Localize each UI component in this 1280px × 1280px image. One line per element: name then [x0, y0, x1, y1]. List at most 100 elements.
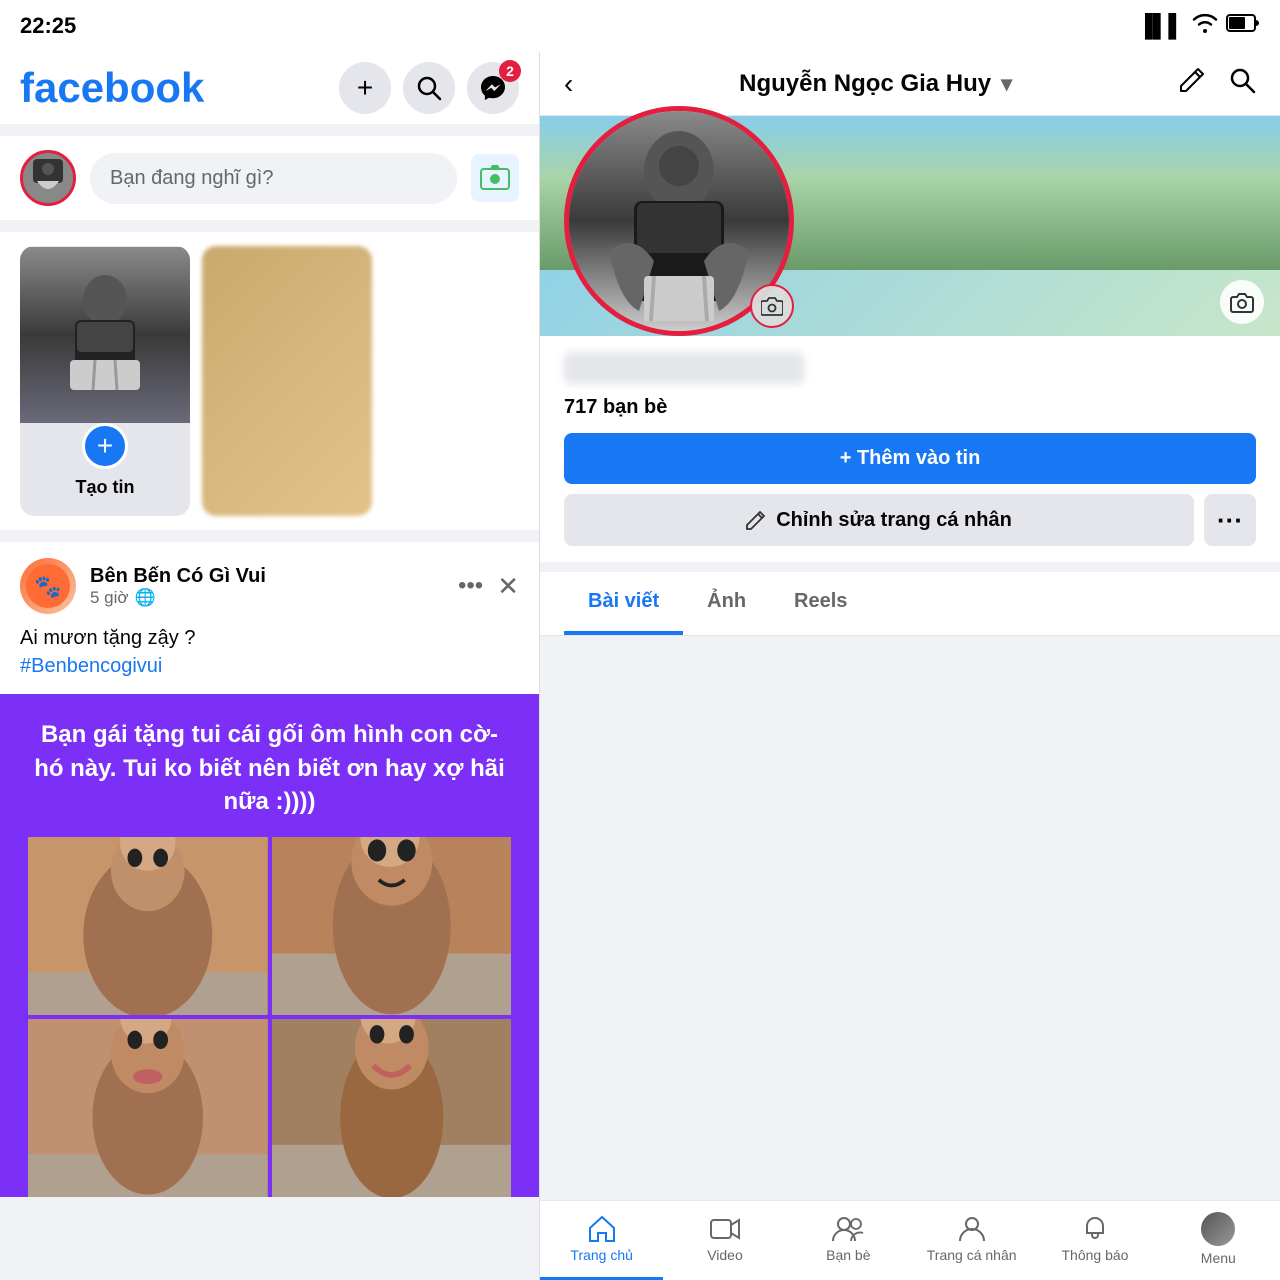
- nav-video[interactable]: Video: [663, 1201, 786, 1280]
- meme-images: [28, 837, 511, 1197]
- post-avatar: 🐾: [20, 558, 76, 614]
- dog-image-2: [272, 837, 512, 1015]
- create-post-bar: Bạn đang nghĩ gì?: [0, 136, 539, 220]
- back-button[interactable]: ‹: [564, 68, 573, 100]
- meme-title: Bạn gái tặng tui cái gối ôm hình con cờ-…: [28, 718, 511, 819]
- tab-anh[interactable]: Ảnh: [683, 572, 770, 635]
- add-button[interactable]: +: [339, 62, 391, 114]
- nav-video-label: Video: [707, 1247, 743, 1263]
- post-placeholder: Bạn đang nghĩ gì?: [110, 167, 273, 189]
- more-options-btn[interactable]: •••: [458, 572, 483, 600]
- post-page-name: Bên Bến Có Gì Vui: [90, 565, 444, 588]
- stories-section: + Tạo tin: [0, 232, 539, 530]
- post-hashtag[interactable]: #Benbencogivui: [20, 655, 162, 677]
- edit-profile-label: Chỉnh sửa trang cá nhân: [776, 509, 1012, 532]
- meme-image-1: [28, 837, 268, 1015]
- profile-avatar-art: [599, 121, 759, 321]
- edit-profile-button[interactable]: Chỉnh sửa trang cá nhân: [564, 494, 1194, 546]
- search-button[interactable]: [403, 62, 455, 114]
- meme-post: Bạn gái tặng tui cái gối ôm hình con cờ-…: [0, 694, 539, 1197]
- nav-profile-label: Trang cá nhân: [927, 1247, 1017, 1263]
- menu-avatar: [1201, 1212, 1235, 1246]
- search-icon: [1228, 66, 1256, 94]
- profile-icon: [958, 1215, 986, 1243]
- nav-home[interactable]: Trang chủ: [540, 1201, 663, 1280]
- nav-notifications-label: Thông báo: [1062, 1247, 1129, 1263]
- story-image: [20, 247, 190, 423]
- svg-text:🐾: 🐾: [34, 574, 61, 599]
- more-options-btn[interactable]: ···: [1204, 494, 1256, 546]
- bottom-nav: Trang chủ Video Bạn bè Trang cá nhân Thô…: [540, 1200, 1280, 1280]
- tab-reels[interactable]: Reels: [770, 572, 871, 635]
- nav-friends[interactable]: Bạn bè: [787, 1201, 910, 1280]
- edit-profile-icon[interactable]: [1178, 66, 1206, 101]
- meme-image-3: [28, 1019, 268, 1197]
- dog-image-3: [28, 1019, 268, 1197]
- status-icons: ▐▌▌: [1137, 12, 1260, 40]
- profile-nav-title: Nguyễn Ngọc Gia Huy ▾: [739, 70, 1012, 98]
- story-avatar-art: [55, 270, 155, 400]
- create-story-label: Tạo tin: [76, 477, 135, 498]
- user-avatar-icon: [29, 159, 67, 197]
- search-profile-icon[interactable]: [1228, 66, 1256, 101]
- add-icon: +: [357, 72, 373, 104]
- home-icon: [587, 1215, 617, 1243]
- message-badge: 2: [499, 60, 521, 82]
- left-panel: facebook + 2: [0, 52, 540, 1280]
- bell-icon: [1081, 1215, 1109, 1243]
- time: 22:25: [20, 13, 76, 39]
- right-panel: ‹ Nguyễn Ngọc Gia Huy ▾: [540, 52, 1280, 1280]
- fb-header-icons: + 2: [339, 62, 519, 114]
- edit-cover-photo-btn[interactable]: [1220, 280, 1264, 324]
- edit-icon: [1178, 66, 1206, 94]
- globe-icon: 🌐: [135, 588, 156, 608]
- friends-count: 717 bạn bè: [564, 396, 1256, 419]
- battery-icon: [1226, 13, 1260, 39]
- close-post-btn[interactable]: ✕: [497, 571, 519, 602]
- post-text: Ai mươn tặng zậy ? #Benbencogivui: [0, 624, 539, 694]
- post-time: 5 giờ 🌐: [90, 588, 444, 608]
- tab-bai-viet[interactable]: Bài viết: [564, 572, 683, 635]
- add-to-story-button[interactable]: + Thêm vào tin: [564, 433, 1256, 484]
- nav-profile[interactable]: Trang cá nhân: [910, 1201, 1033, 1280]
- nav-menu-label: Menu: [1201, 1250, 1236, 1266]
- profile-action-row: Chỉnh sửa trang cá nhân ···: [564, 494, 1256, 546]
- add-story-btn[interactable]: +: [82, 423, 128, 469]
- profile-tabs: Bài viết Ảnh Reels: [540, 572, 1280, 636]
- story-figure: [20, 247, 190, 423]
- nav-notifications[interactable]: Thông báo: [1033, 1201, 1156, 1280]
- meme-image-4: [272, 1019, 512, 1197]
- facebook-logo: facebook: [20, 64, 204, 112]
- video-icon: [710, 1215, 740, 1243]
- story-card-2[interactable]: [202, 246, 372, 516]
- dog-image-4: [272, 1019, 512, 1197]
- profile-name-blurred: [564, 352, 804, 384]
- edit-avatar-btn[interactable]: [750, 284, 794, 328]
- camera-cover-icon: [1230, 291, 1254, 313]
- post-input[interactable]: Bạn đang nghĩ gì?: [90, 153, 457, 204]
- dog-image-1: [28, 837, 268, 1015]
- status-bar: 22:25 ▐▌▌: [0, 0, 1280, 52]
- nav-friends-label: Bạn bè: [826, 1247, 870, 1263]
- photo-icon: [480, 164, 510, 192]
- post-meta: Bên Bến Có Gì Vui 5 giờ 🌐: [90, 565, 444, 608]
- post-card: 🐾 Bên Bến Có Gì Vui 5 giờ 🌐 ••• ✕ Ai mươ…: [0, 542, 539, 1197]
- nav-right-icons: [1178, 66, 1256, 101]
- profile-avatar-wrapper: [564, 221, 794, 336]
- meme-image-2: [272, 837, 512, 1015]
- dropdown-arrow-icon[interactable]: ▾: [1001, 71, 1012, 97]
- profile-title: Nguyễn Ngọc Gia Huy: [739, 70, 991, 98]
- pencil-icon: [746, 510, 766, 530]
- nav-menu[interactable]: Menu: [1157, 1201, 1280, 1280]
- create-story-card[interactable]: + Tạo tin: [20, 246, 190, 516]
- search-icon: [416, 75, 442, 101]
- profile-avatar-section: 717 bạn bè + Thêm vào tin Chỉnh sửa tran…: [540, 336, 1280, 562]
- fb-header: facebook + 2: [0, 52, 539, 124]
- wifi-icon: [1192, 12, 1218, 40]
- messenger-button[interactable]: 2: [467, 62, 519, 114]
- profile-posts-area: [540, 636, 1280, 1200]
- nav-home-label: Trang chủ: [570, 1247, 633, 1263]
- profile-nav: ‹ Nguyễn Ngọc Gia Huy ▾: [540, 52, 1280, 116]
- user-avatar-small: [20, 150, 76, 206]
- photo-button[interactable]: [471, 154, 519, 202]
